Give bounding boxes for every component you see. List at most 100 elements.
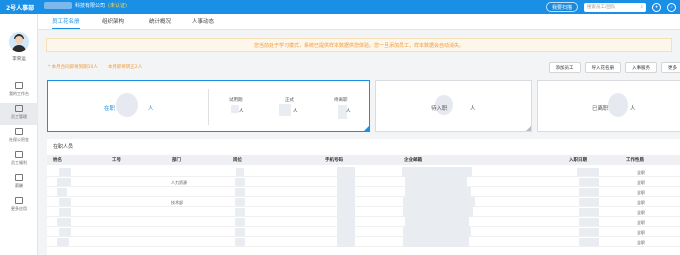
import-roster-button[interactable]: 导入花名册 — [584, 62, 621, 73]
sidebar-item-workbench[interactable]: 我的工作台 — [0, 80, 38, 102]
hr-service-button[interactable]: 入事服务 — [625, 62, 657, 73]
sidebar-item-label: 我的工作台 — [9, 91, 29, 96]
regular-label[interactable]: 正式 — [285, 97, 294, 103]
add-employee-button[interactable]: 添加员工 — [548, 62, 581, 73]
work-type-cell: 全职 — [637, 240, 645, 245]
gift-icon — [15, 151, 23, 158]
redacted-cell — [403, 197, 475, 207]
col-hire-date[interactable]: 入职日期 — [569, 157, 587, 163]
redacted-cell — [337, 207, 355, 217]
app-logo[interactable]: 2号人事部 — [6, 3, 34, 12]
sidebar-item-more-apps[interactable]: 更多应用 — [0, 195, 38, 217]
table-row[interactable]: 全职 — [47, 167, 680, 177]
tab-hr-updates[interactable]: 人事动态 — [192, 17, 214, 28]
redacted-cell — [59, 228, 71, 236]
probation-label[interactable]: 试用期 — [229, 97, 243, 103]
left-unit: 人 — [630, 106, 636, 112]
employee-icon — [15, 105, 23, 112]
active-count-redacted — [116, 93, 138, 117]
tab-statistics[interactable]: 统计概况 — [149, 17, 171, 28]
shield-icon — [15, 128, 23, 135]
search-input[interactable]: 搜索员工/团队 ⌕ — [584, 2, 646, 12]
redacted-cell — [577, 168, 599, 176]
col-work-type[interactable]: 工作性质 — [626, 157, 644, 163]
table-row[interactable]: 全职 — [47, 227, 680, 237]
pending-onboard-card[interactable]: 待入职 人 — [375, 80, 532, 132]
search-icon[interactable]: ⌕ — [640, 4, 643, 10]
redacted-cell — [579, 238, 599, 246]
notification-icon[interactable]: • — [652, 2, 661, 12]
card-corner — [526, 126, 531, 131]
pending-leave-unit: 人 — [346, 109, 351, 114]
sidebar-item-benefits[interactable]: 员工福利 — [0, 149, 38, 171]
redacted-cell — [337, 197, 355, 207]
table-row[interactable]: 全职 — [47, 207, 680, 217]
redacted-cell — [236, 168, 244, 176]
company-suffix: 科技有限公司 — [75, 3, 106, 9]
sidebar-item-label: 更多应用 — [11, 206, 27, 211]
sidebar-item-payroll[interactable]: 薪酬 — [0, 172, 38, 194]
redacted-cell — [579, 188, 599, 196]
redacted-cell — [59, 168, 71, 176]
more-button[interactable]: 更多 — [661, 62, 680, 73]
sidebar-item-label: 员工管理 — [11, 114, 27, 119]
user-menu-icon[interactable]: ◦ — [667, 2, 676, 12]
active-employees-section: 在职人员 姓名 工号 部门 岗位 手机号码 企业邮箱 入职日期 工作性质 全职 … — [47, 139, 680, 255]
redacted-cell — [579, 178, 599, 186]
pending-label: 待入职 — [431, 106, 448, 112]
redacted-cell — [235, 198, 245, 206]
left-employees-card[interactable]: 已离职 人 — [537, 80, 680, 132]
department-cell: 技术部 — [171, 200, 183, 205]
col-phone[interactable]: 手机号码 — [325, 157, 343, 163]
redacted-cell — [402, 167, 472, 177]
contract-expiry-alert[interactable]: * 本月合同即将到期10人 — [48, 64, 98, 70]
avatar[interactable] — [9, 32, 29, 52]
active-unit: 人 — [148, 106, 154, 112]
table-row[interactable]: 全职 — [47, 237, 680, 247]
redacted-cell — [235, 188, 245, 196]
redacted-cell — [59, 208, 71, 216]
redacted-cell — [579, 228, 599, 236]
col-position[interactable]: 岗位 — [233, 157, 242, 163]
table-row[interactable]: 技术部 全职 — [47, 197, 680, 207]
sidebar-item-label: 薪酬 — [15, 183, 23, 188]
work-type-cell: 全职 — [637, 230, 645, 235]
probation-alert[interactable]: 本月即将转正2人 — [108, 64, 142, 70]
table-row[interactable]: 人力资源 全职 — [47, 177, 680, 187]
redacted-cell — [579, 208, 599, 216]
redacted-cell — [337, 227, 355, 237]
redacted-cell — [59, 198, 71, 206]
tab-roster[interactable]: 员工花名册 — [52, 17, 80, 29]
redacted-cell — [405, 187, 471, 197]
table-row[interactable]: 全职 — [47, 187, 680, 197]
col-department[interactable]: 部门 — [172, 157, 181, 163]
redacted-cell — [403, 237, 469, 247]
sidebar-item-label: 员工福利 — [11, 160, 27, 165]
table-row[interactable]: 全职 — [47, 217, 680, 227]
col-email[interactable]: 企业邮箱 — [404, 157, 422, 163]
col-employee-id[interactable]: 工号 — [112, 157, 121, 163]
work-type-cell: 全职 — [637, 180, 645, 185]
active-employees-card[interactable]: 在职 人 试用期 人 正式 人 待离职 人 — [47, 80, 370, 132]
col-name[interactable]: 姓名 — [53, 157, 62, 163]
redacted-cell — [235, 208, 245, 216]
learning-mode-notice: 您当前处于学习模式，系统已提供样本数据供您体验。您一旦添加员工，样本数据会自动消… — [46, 38, 672, 52]
redacted-cell — [337, 167, 355, 177]
active-label: 在职 — [104, 106, 116, 112]
redacted-cell — [235, 178, 245, 186]
company-name[interactable]: 科技有限公司 (未认证) — [44, 2, 127, 9]
left-count-redacted — [608, 93, 628, 117]
action-buttons: 添加员工 导入花名册 入事服务 更多 — [548, 62, 680, 73]
verification-badge[interactable]: (未认证) — [108, 2, 127, 9]
regular-unit: 人 — [293, 109, 298, 114]
user-name[interactable]: 李荣运 — [0, 56, 38, 62]
help-label: 我要扫描 — [551, 4, 572, 11]
sidebar-item-employees[interactable]: 员工管理 — [0, 103, 38, 125]
department-cell: 人力资源 — [171, 180, 187, 185]
help-button[interactable]: 我要扫描 — [545, 2, 578, 12]
sidebar-item-social-security[interactable]: 社保公积金 — [0, 126, 38, 148]
pending-leave-label[interactable]: 待离职 — [334, 97, 348, 103]
redacted-cell — [405, 177, 467, 187]
search-placeholder: 搜索员工/团队 — [587, 5, 616, 10]
tab-org-structure[interactable]: 组织架构 — [102, 17, 124, 28]
